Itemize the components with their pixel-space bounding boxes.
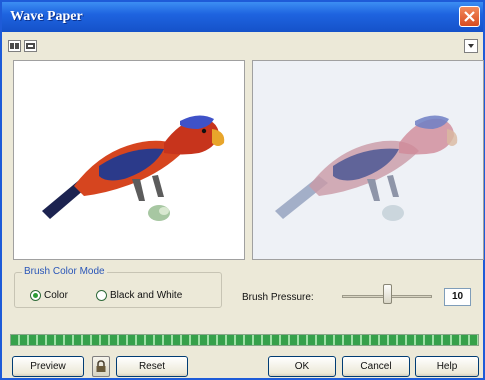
original-parrot-image xyxy=(42,115,225,221)
reset-button[interactable]: Reset xyxy=(116,356,188,377)
progress-bar-fill xyxy=(11,335,478,345)
color-radio[interactable] xyxy=(30,290,41,301)
help-button[interactable]: Help xyxy=(415,356,479,377)
single-view-icon xyxy=(26,43,35,49)
original-preview-panel[interactable] xyxy=(13,60,245,260)
brush-pressure-value[interactable]: 10 xyxy=(444,288,471,306)
preview-menu-button[interactable] xyxy=(464,39,478,53)
brush-pressure-slider-thumb[interactable] xyxy=(382,284,392,304)
progress-bar xyxy=(10,334,479,346)
single-view-button[interactable] xyxy=(24,40,37,52)
lock-icon xyxy=(96,360,106,372)
close-button[interactable] xyxy=(459,6,480,27)
window-title: Wave Paper xyxy=(10,9,83,24)
black-and-white-radio-label: Black and White xyxy=(110,290,183,301)
cancel-button[interactable]: Cancel xyxy=(342,356,410,377)
preview-button[interactable]: Preview xyxy=(12,356,84,377)
brush-color-mode-legend: Brush Color Mode xyxy=(22,266,107,277)
black-and-white-radio[interactable] xyxy=(96,290,107,301)
black-and-white-radio-option[interactable]: Black and White xyxy=(96,290,182,301)
result-preview-panel[interactable] xyxy=(252,60,484,260)
dual-view-button[interactable] xyxy=(8,40,21,52)
brush-pressure-label: Brush Pressure: xyxy=(242,292,314,303)
processed-parrot-image xyxy=(275,115,458,221)
chevron-down-icon xyxy=(468,44,474,48)
color-radio-label: Color xyxy=(44,290,68,301)
lock-preview-button[interactable] xyxy=(92,356,110,377)
title-bar[interactable]: Wave Paper xyxy=(2,2,483,32)
preview-toolbar xyxy=(8,38,478,56)
close-icon xyxy=(464,11,475,22)
color-radio-option[interactable]: Color xyxy=(30,290,68,301)
dialog-window: Wave Paper Brush Color Mode Color Black … xyxy=(0,0,485,380)
dual-view-icon xyxy=(10,43,19,49)
ok-button[interactable]: OK xyxy=(268,356,336,377)
